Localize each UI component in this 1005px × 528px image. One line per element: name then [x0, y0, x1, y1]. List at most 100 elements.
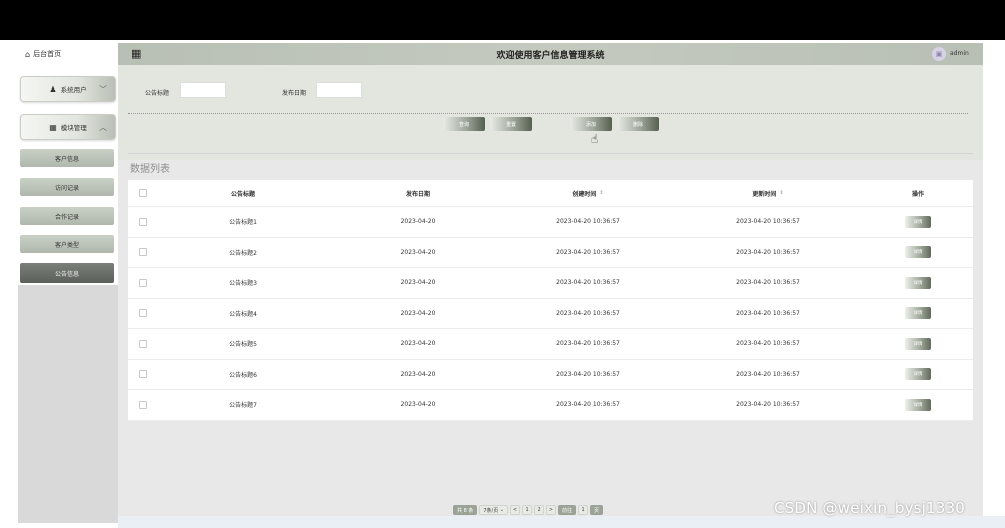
- page-size-select[interactable]: 7条/页 ⌄: [479, 505, 509, 515]
- row-checkbox[interactable]: [139, 400, 147, 409]
- page-size-value: 7条/页: [483, 507, 499, 514]
- row-select-cell: [136, 360, 150, 390]
- sidebar-home-link[interactable]: ⌂ 后台首页: [18, 43, 118, 65]
- table-row: 公告标题7 2023-04-20 2023-04-20 10:36:57 202…: [128, 390, 973, 421]
- date-filter-input[interactable]: [316, 82, 362, 98]
- goto-label: 前往: [558, 505, 577, 515]
- row-checkbox[interactable]: [139, 278, 147, 287]
- table-row: 公告标题1 2023-04-20 2023-04-20 10:36:57 202…: [128, 207, 973, 238]
- sidebar-item-announcements[interactable]: 公告信息: [20, 263, 114, 283]
- page-title: 欢迎使用客户信息管理系统: [496, 51, 605, 61]
- cell-date: 2023-04-20: [400, 401, 436, 409]
- watermark: CSDN @weixin_bysj1330: [774, 499, 966, 517]
- cell-date: 2023-04-20: [400, 370, 436, 378]
- table-header-row: 公告标题 发布日期 创建时间 ⇕ 更新时间 ⇕ 操作: [128, 180, 973, 207]
- next-page-button[interactable]: >: [546, 505, 557, 515]
- main-content: ▦ 欢迎使用客户信息管理系统 ▣ admin 公告标题 发布日期 查询 重置 添…: [118, 43, 983, 523]
- detail-button[interactable]: 详情: [905, 276, 931, 289]
- cell-title: 公告标题1: [229, 219, 257, 227]
- row-select-cell: [136, 207, 150, 237]
- cell-actions: 详情: [888, 207, 948, 237]
- delete-button[interactable]: 删除: [617, 117, 659, 131]
- pointer-cursor-icon: ☝: [591, 132, 599, 146]
- menu-system-users[interactable]: ♟ 系统用户 ﹀: [20, 76, 116, 102]
- sidebar-item-customer-info[interactable]: 客户信息: [20, 149, 114, 167]
- col-header-date: 发布日期: [405, 190, 430, 198]
- cell-created: 2023-04-20 10:36:57: [556, 340, 620, 348]
- sidebar-item-customer-types[interactable]: 客户类型: [20, 235, 114, 253]
- cell-updated: 2023-04-20 10:36:57: [736, 218, 800, 226]
- detail-button[interactable]: 详情: [905, 368, 931, 381]
- user-icon: ♟: [49, 84, 57, 94]
- detail-button[interactable]: 详情: [905, 246, 931, 259]
- avatar[interactable]: ▣: [932, 47, 946, 61]
- grid-icon: ▦: [49, 122, 57, 132]
- col-header-actions: 操作: [911, 190, 924, 198]
- sidebar-empty-area: [18, 285, 118, 523]
- cell-date: 2023-04-20: [400, 309, 436, 317]
- cell-title: 公告标题7: [229, 402, 257, 410]
- detail-button[interactable]: 详情: [905, 215, 931, 228]
- cell-title: 公告标题6: [229, 371, 257, 379]
- cell-created: 2023-04-20 10:36:57: [556, 248, 620, 256]
- cell-date: 2023-04-20: [400, 218, 436, 226]
- cell-title: 公告标题3: [229, 280, 257, 288]
- row-select-cell: [136, 390, 150, 420]
- list-title: 数据列表: [130, 164, 170, 175]
- row-checkbox[interactable]: [139, 217, 147, 226]
- row-checkbox[interactable]: [139, 339, 147, 348]
- row-select-cell: [136, 329, 150, 359]
- col-header-updated-label: 更新时间: [752, 190, 777, 198]
- detail-button[interactable]: 详情: [905, 307, 931, 320]
- detail-button[interactable]: 详情: [905, 398, 931, 411]
- title-filter-label: 公告标题: [145, 90, 170, 97]
- cell-updated: 2023-04-20 10:36:57: [736, 248, 800, 256]
- search-panel: 公告标题 发布日期 查询 重置 添加 删除 ☝: [118, 65, 983, 160]
- row-checkbox[interactable]: [139, 370, 147, 379]
- page-1-button[interactable]: 1: [522, 505, 533, 515]
- menu-system-users-label: 系统用户: [60, 86, 87, 94]
- cell-actions: 详情: [888, 299, 948, 329]
- sidebar-item-cooperation-records[interactable]: 合作记录: [20, 207, 114, 225]
- menu-module-management[interactable]: ▦ 模块管理 ︿: [20, 114, 116, 140]
- page-2-button[interactable]: 2: [534, 505, 545, 515]
- table-row: 公告标题5 2023-04-20 2023-04-20 10:36:57 202…: [128, 329, 973, 360]
- page-suffix: 页: [590, 505, 604, 515]
- user-name[interactable]: admin: [950, 50, 969, 57]
- reset-button[interactable]: 重置: [490, 117, 532, 131]
- add-button[interactable]: 添加: [570, 117, 612, 131]
- sort-icon[interactable]: ⇕: [779, 190, 783, 196]
- row-checkbox[interactable]: [139, 309, 147, 318]
- col-header-updated[interactable]: 更新时间 ⇕: [708, 180, 828, 206]
- cell-date: 2023-04-20: [400, 340, 436, 348]
- pagination: 共 8 条 7条/页 ⌄ < 1 2 > 前往 1 页: [453, 504, 605, 516]
- sidebar-item-visit-records[interactable]: 访问记录: [20, 178, 114, 196]
- title-filter-input[interactable]: [180, 82, 226, 98]
- cell-updated: 2023-04-20 10:36:57: [736, 309, 800, 317]
- cell-title: 公告标题5: [229, 341, 257, 349]
- cell-actions: 详情: [888, 360, 948, 390]
- goto-page-input[interactable]: 1: [578, 505, 589, 515]
- cell-actions: 详情: [888, 268, 948, 298]
- sidebar-home-label: 后台首页: [33, 50, 62, 58]
- menu-module-management-label: 模块管理: [60, 124, 87, 132]
- bottom-strip: [118, 516, 1005, 528]
- col-header-created[interactable]: 创建时间 ⇕: [528, 180, 648, 206]
- table-row: 公告标题4 2023-04-20 2023-04-20 10:36:57 202…: [128, 299, 973, 329]
- data-table: 公告标题 发布日期 创建时间 ⇕ 更新时间 ⇕ 操作 公告标题1 2023-04…: [128, 180, 973, 421]
- cell-created: 2023-04-20 10:36:57: [556, 309, 620, 317]
- row-select-cell: [136, 238, 150, 268]
- top-black-bar: [0, 0, 1005, 40]
- detail-button[interactable]: 详情: [905, 337, 931, 350]
- sort-icon[interactable]: ⇕: [599, 190, 603, 196]
- col-header-created-label: 创建时间: [572, 190, 597, 198]
- prev-page-button[interactable]: <: [510, 505, 521, 515]
- cell-title: 公告标题2: [229, 249, 257, 257]
- table-row: 公告标题3 2023-04-20 2023-04-20 10:36:57 202…: [128, 268, 973, 299]
- chevron-down-icon: ﹀: [99, 84, 107, 94]
- row-checkbox[interactable]: [139, 248, 147, 257]
- query-button[interactable]: 查询: [443, 117, 485, 131]
- section-divider: [128, 153, 973, 154]
- dotted-divider: [128, 113, 968, 114]
- select-all-checkbox[interactable]: [139, 189, 147, 197]
